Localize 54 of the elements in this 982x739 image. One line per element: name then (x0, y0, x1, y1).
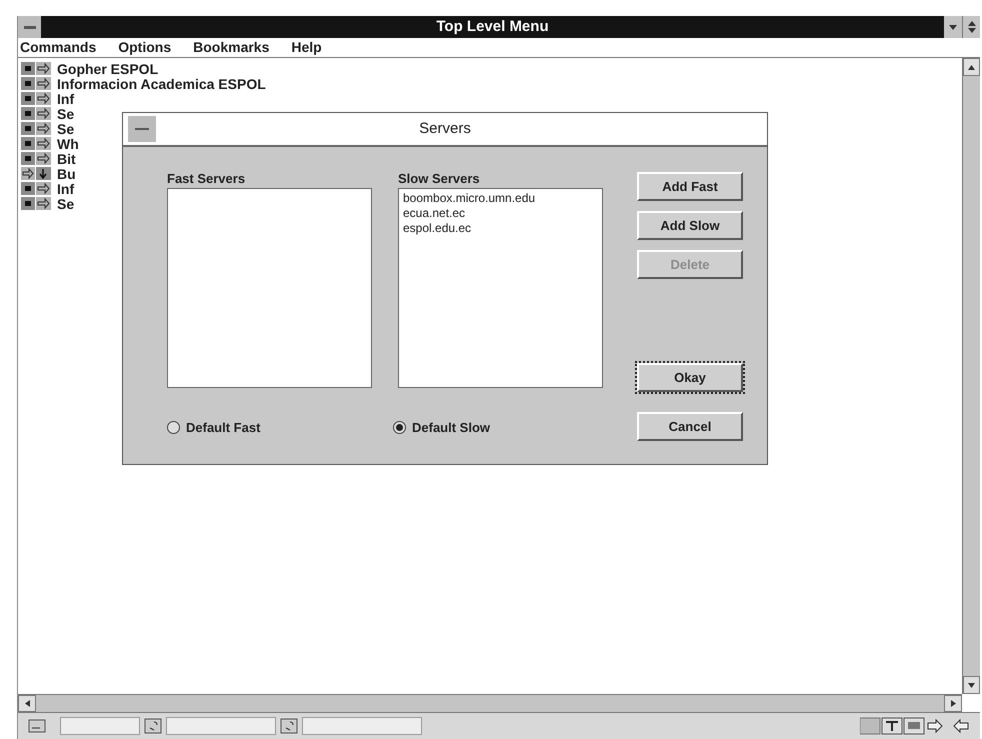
folder-arrow-icon (21, 92, 51, 105)
left-arrow-icon (24, 700, 30, 707)
menu-item[interactable]: Commands (20, 37, 96, 58)
menu-entry[interactable]: Se (57, 196, 74, 210)
list-label: Slow Servers (398, 170, 481, 185)
menu-entry[interactable]: Wh (57, 136, 79, 150)
document-icon (28, 719, 46, 733)
vertical-scrollbar[interactable] (962, 58, 980, 694)
menu-entry[interactable]: Inf (57, 92, 74, 106)
dialog-button[interactable]: Okay (637, 363, 743, 392)
right-arrow-icon (950, 700, 956, 707)
menu-entry[interactable]: Inf (57, 182, 74, 196)
list-item[interactable]: ecua.net.ec (403, 206, 602, 221)
dialog-button[interactable]: Add Slow (637, 211, 743, 240)
toolbar-icons-drawing[interactable] (860, 717, 970, 735)
maximize-button[interactable] (962, 16, 980, 38)
list-label: Fast Servers (167, 170, 246, 185)
menu-item[interactable]: Help (291, 37, 322, 58)
menu-item[interactable]: Bookmarks (193, 37, 270, 58)
system-menu-button[interactable] (18, 16, 41, 38)
minimize-button[interactable] (944, 16, 962, 38)
search-arrow-icon (21, 167, 51, 180)
folder-arrow-icon (21, 122, 51, 135)
window-title: Top Level Menu (41, 16, 944, 38)
radio-button[interactable] (393, 421, 406, 434)
folder-arrow-icon (21, 107, 51, 120)
up-arrow-icon (968, 64, 975, 70)
radio-button[interactable] (167, 421, 180, 434)
folder-arrow-icon (21, 197, 51, 210)
folder-arrow-icon (21, 137, 51, 150)
horizontal-scrollbar[interactable] (18, 694, 962, 712)
folder-arrow-icon (21, 152, 51, 165)
menu-entry[interactable]: Se (57, 106, 74, 120)
down-arrow-icon (949, 24, 957, 30)
dialog-button[interactable]: Cancel (637, 412, 743, 441)
folder-arrow-icon (21, 182, 51, 195)
folder-arrow-icon (21, 77, 51, 90)
system-menu-button[interactable] (128, 116, 156, 142)
slow-servers-list[interactable]: boombox.micro.umn.edu ecua.net.ec espol.edu.ec (398, 188, 603, 388)
menu-entry[interactable]: Bit (57, 152, 76, 166)
menu-entry[interactable]: Se (57, 122, 74, 136)
list-item[interactable]: espol.edu.ec (403, 221, 602, 236)
dialog-title: Servers (419, 118, 471, 139)
menu-entry[interactable]: Informacion Academica ESPOL (57, 76, 266, 90)
folder-arrow-icon (21, 62, 51, 75)
menu-item[interactable]: Options (118, 37, 172, 58)
down-arrow-icon (968, 682, 975, 688)
radio-label: Default Slow (412, 419, 490, 437)
up-down-arrow-icon (968, 21, 976, 33)
dialog-button[interactable]: Add Fast (637, 172, 743, 201)
list-item[interactable]: boombox.micro.umn.edu (403, 191, 602, 206)
menu-entry[interactable]: Bu (57, 166, 76, 180)
menu-entry[interactable]: Gopher ESPOL (57, 62, 158, 76)
radio-label: Default Fast (186, 419, 260, 437)
